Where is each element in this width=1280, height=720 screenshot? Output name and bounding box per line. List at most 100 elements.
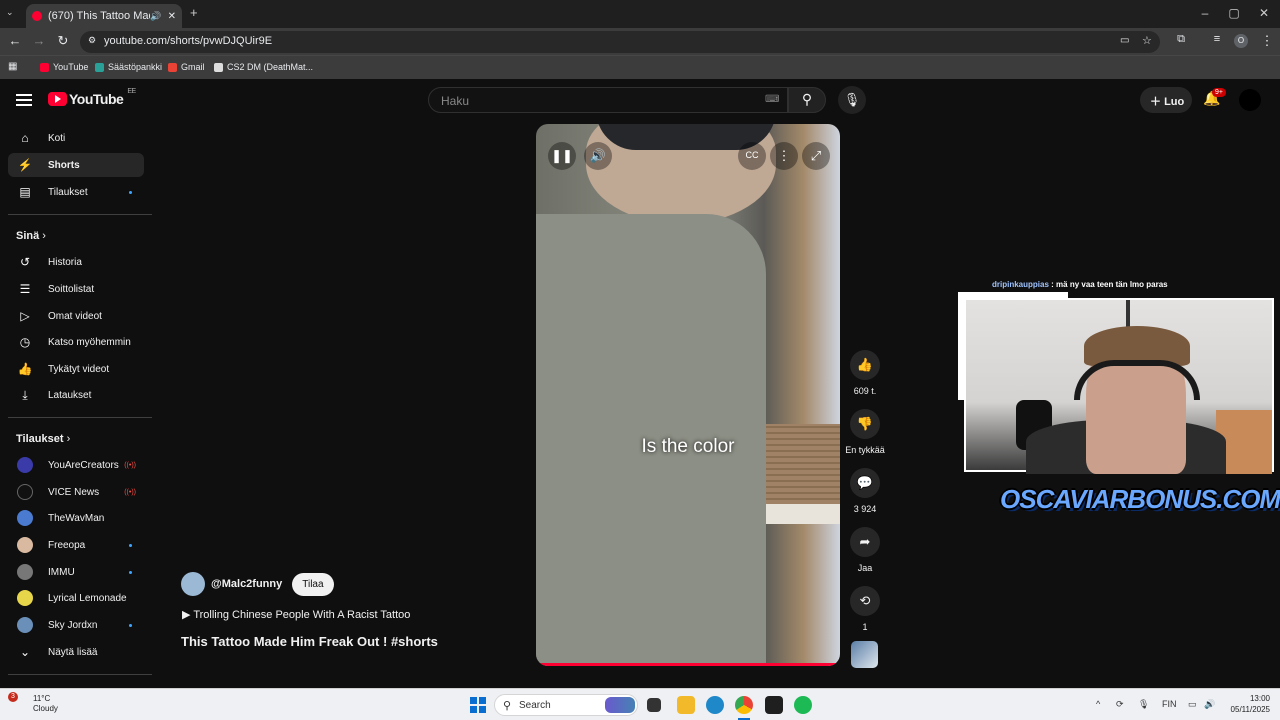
voice-search-button[interactable]: 🎙: [838, 86, 866, 114]
bookmark-label: CS2 DM (DeathMat...: [227, 62, 314, 72]
dislike-action[interactable]: 👎 En tykkää: [842, 409, 888, 455]
bookmark-cs2dm[interactable]: CS2 DM (DeathMat...: [214, 62, 313, 72]
bookmark-youtube[interactable]: YouTube: [40, 62, 88, 72]
edge-icon[interactable]: [706, 696, 724, 714]
bookmark-saastopankki[interactable]: Säästöpankki: [95, 62, 162, 72]
minimize-icon[interactable]: –: [1195, 6, 1215, 20]
tab-list-icon[interactable]: ⌄: [6, 7, 14, 18]
windows-start-icon[interactable]: [470, 697, 486, 713]
sidebar-item-label: YouAreCreators: [48, 459, 119, 471]
bookmark-gmail[interactable]: Gmail: [168, 62, 205, 72]
fullscreen-icon[interactable]: ⤢: [802, 142, 830, 170]
video-progress-bar[interactable]: [536, 663, 840, 666]
media-controls-icon[interactable]: ≡: [1208, 33, 1226, 45]
reload-icon[interactable]: ↻: [54, 33, 72, 49]
sub-item-lyrical-lemonade[interactable]: Lyrical Lemonade: [8, 586, 144, 610]
file-explorer-icon[interactable]: [677, 696, 695, 714]
channel-handle[interactable]: @Malc2funny: [211, 578, 282, 590]
you-section-header[interactable]: Sinä ›: [16, 230, 46, 242]
menu-icon[interactable]: [16, 94, 32, 106]
share-action[interactable]: ➦ Jaa: [842, 527, 888, 573]
channel-avatar[interactable]: [181, 572, 205, 596]
chevron-down-icon: ⌄: [19, 645, 31, 659]
maximize-icon[interactable]: ▢: [1224, 6, 1244, 20]
forward-icon[interactable]: →: [30, 33, 48, 48]
sub-item-sky-jordxn[interactable]: Sky Jordxn: [8, 613, 144, 637]
comments-action[interactable]: 💬 3 924: [842, 468, 888, 514]
sidebar-item-home[interactable]: ⌂ Koti: [8, 126, 144, 150]
sub-item-thewavman[interactable]: TheWavMan: [8, 506, 144, 530]
system-clock[interactable]: 13:00 05/11/2025: [1226, 693, 1270, 715]
language-indicator[interactable]: FIN: [1162, 699, 1177, 709]
volume-tray-icon[interactable]: 🔊: [1204, 699, 1215, 710]
apps-grid-icon[interactable]: ▦: [8, 61, 17, 72]
new-tab-icon[interactable]: +: [190, 5, 198, 20]
sidebar-divider: [8, 674, 152, 675]
mic-icon: 🎙: [843, 92, 861, 107]
tray-sync-icon[interactable]: ⟳: [1116, 699, 1124, 710]
sound-source-thumbnail[interactable]: [851, 641, 878, 668]
sub-item-immu[interactable]: IMMU: [8, 560, 144, 584]
close-window-icon[interactable]: ✕: [1254, 6, 1274, 20]
task-view-icon[interactable]: [647, 698, 661, 712]
extensions-icon[interactable]: ⧉: [1172, 33, 1190, 46]
sub-item-freeopa[interactable]: Freeopa: [8, 533, 144, 557]
captions-icon[interactable]: CC: [738, 142, 766, 170]
sidebar-item-subscriptions[interactable]: ▤ Tilaukset: [8, 180, 144, 204]
sidebar-item-watch-later[interactable]: ◷ Katso myöhemmin: [8, 330, 144, 354]
youtube-logo[interactable]: YouTube EE: [48, 88, 136, 107]
profile-avatar[interactable]: O: [1234, 34, 1248, 48]
sidebar-item-your-videos[interactable]: ▷ Omat videot: [8, 304, 144, 328]
stream-chat-message: dripinkauppias : mä ny vaa teen tän lmo …: [992, 280, 1168, 289]
spotify-icon[interactable]: [794, 696, 812, 714]
tray-chevron-icon[interactable]: ^: [1096, 699, 1100, 709]
sidebar-item-downloads[interactable]: ⤓ Lataukset: [8, 383, 144, 407]
new-content-dot: [129, 190, 132, 194]
sidebar-item-history[interactable]: ↺ Historia: [8, 250, 144, 274]
new-content-dot: [129, 543, 132, 547]
your-videos-icon: ▷: [20, 309, 30, 323]
search-input[interactable]: Haku ⌨: [428, 87, 788, 113]
browser-tab-bar: ⌄ (670) This Tattoo Made Him 🔊 ✕ + – ▢ ✕: [0, 0, 1280, 28]
sub-item-youarecreators[interactable]: YouAreCreators ((•)): [8, 453, 144, 477]
sidebar-item-playlists[interactable]: ☰ Soittolistat: [8, 277, 144, 301]
volume-icon[interactable]: 🔊: [584, 142, 612, 170]
bookmark-star-icon[interactable]: ☆: [1142, 34, 1152, 47]
search-button[interactable]: ⚲: [788, 87, 826, 113]
tray-mic-icon[interactable]: 🎙: [1138, 699, 1149, 710]
account-avatar[interactable]: [1239, 89, 1261, 111]
weather-widget[interactable]: 11°C Cloudy: [33, 694, 58, 714]
url-bar[interactable]: ⚙ youtube.com/shorts/pvwDJQUir9E ▭ ☆: [80, 31, 1160, 53]
plus-icon: ＋: [1150, 96, 1165, 108]
keyboard-icon[interactable]: ⌨: [765, 94, 779, 105]
more-options-icon[interactable]: ⋮: [770, 142, 798, 170]
liked-icon: 👍: [17, 362, 33, 376]
short-title[interactable]: This Tattoo Made Him Freak Out ! #shorts: [181, 634, 438, 649]
bookmarks-bar: ▦ YouTube Säästöpankki Gmail CS2 DM (Dea…: [0, 55, 1280, 79]
subscribe-button[interactable]: Tilaa: [292, 572, 334, 596]
create-button[interactable]: ＋ Luo: [1140, 87, 1192, 113]
like-action[interactable]: 👍 609 t.: [842, 350, 888, 396]
pause-icon[interactable]: ❚❚: [548, 142, 576, 170]
shorts-video-player[interactable]: ❚❚ 🔊 CC ⋮ ⤢ Is the color: [536, 124, 840, 666]
browser-menu-icon[interactable]: ⋮: [1258, 33, 1276, 49]
cast-icon[interactable]: ▭: [1120, 35, 1129, 46]
sidebar-item-shorts[interactable]: ⚡ Shorts: [8, 153, 144, 177]
related-video-link[interactable]: ▶ Trolling Chinese People With A Racist …: [182, 608, 410, 621]
dislike-label: En tykkää: [845, 445, 885, 455]
browser-tab[interactable]: (670) This Tattoo Made Him 🔊 ✕: [26, 4, 182, 28]
clock-time: 13:00: [1249, 694, 1270, 703]
sidebar-item-liked-videos[interactable]: 👍 Tykätyt videot: [8, 357, 144, 381]
taskbar-search[interactable]: ⚲ Search: [494, 694, 638, 716]
sidebar-show-more[interactable]: ⌄ Näytä lisää: [8, 640, 144, 664]
site-info-icon[interactable]: ⚙: [88, 35, 96, 46]
chrome-icon[interactable]: [735, 696, 753, 714]
tab-audio-icon: 🔊: [150, 10, 162, 21]
chatgpt-icon[interactable]: [765, 696, 783, 714]
network-icon[interactable]: ▭: [1188, 699, 1197, 710]
subscriptions-section-header[interactable]: Tilaukset ›: [16, 433, 70, 445]
remix-action[interactable]: ⟲ 1: [842, 586, 888, 632]
tab-close-icon[interactable]: ✕: [168, 11, 176, 22]
sub-item-vice-news[interactable]: VICE News ((•)): [8, 480, 144, 504]
back-icon[interactable]: ←: [6, 33, 24, 48]
